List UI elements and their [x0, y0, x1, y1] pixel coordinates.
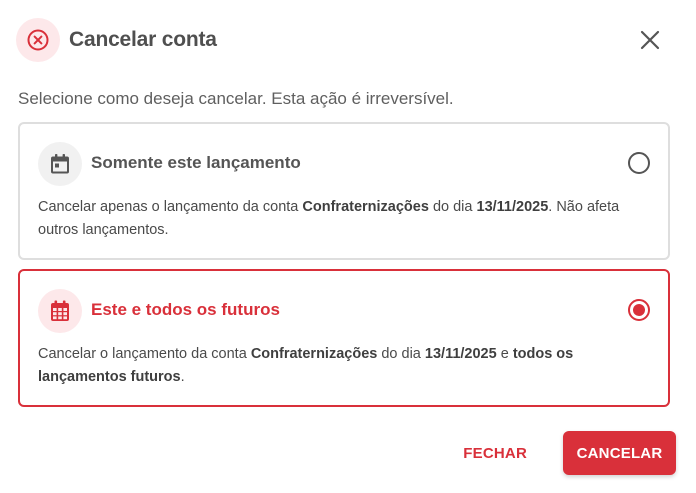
- radio-dot: [633, 304, 645, 316]
- account-name: Confraternizações: [250, 346, 378, 362]
- radio-button-selected[interactable]: [628, 299, 650, 321]
- option-only-this[interactable]: Somente este lançamento Cancelar apenas …: [18, 122, 670, 260]
- calendar-grid-icon: [38, 289, 82, 333]
- date-value: 13/11/2025: [476, 199, 549, 215]
- cancel-account-dialog: Cancelar conta Selecione como deseja can…: [0, 0, 696, 493]
- cancel-account-button[interactable]: CANCELAR: [563, 431, 676, 475]
- close-button[interactable]: [636, 26, 664, 54]
- option-description: Cancelar apenas o lançamento da conta Co…: [38, 199, 620, 238]
- dialog-title: Cancelar conta: [69, 28, 217, 51]
- calendar-icon: [38, 142, 82, 186]
- option-this-and-future[interactable]: Este e todos os futuros Cancelar o lança…: [18, 269, 670, 407]
- close-icon: [640, 30, 660, 50]
- radio-button[interactable]: [628, 152, 650, 174]
- dialog-header: Cancelar conta: [16, 18, 680, 62]
- option-description: Cancelar o lançamento da conta Confrater…: [38, 346, 574, 385]
- date-value: 13/11/2025: [424, 346, 497, 362]
- option-title: Este e todos os futuros: [91, 300, 280, 319]
- account-name: Confraternizações: [302, 199, 429, 215]
- option-title: Somente este lançamento: [91, 153, 301, 172]
- close-text-button[interactable]: FECHAR: [443, 431, 547, 475]
- dialog-subtitle: Selecione como deseja cancelar. Esta açã…: [18, 89, 454, 108]
- dialog-footer: FECHAR CANCELAR: [443, 431, 676, 475]
- cancel-circle-icon: [16, 18, 60, 62]
